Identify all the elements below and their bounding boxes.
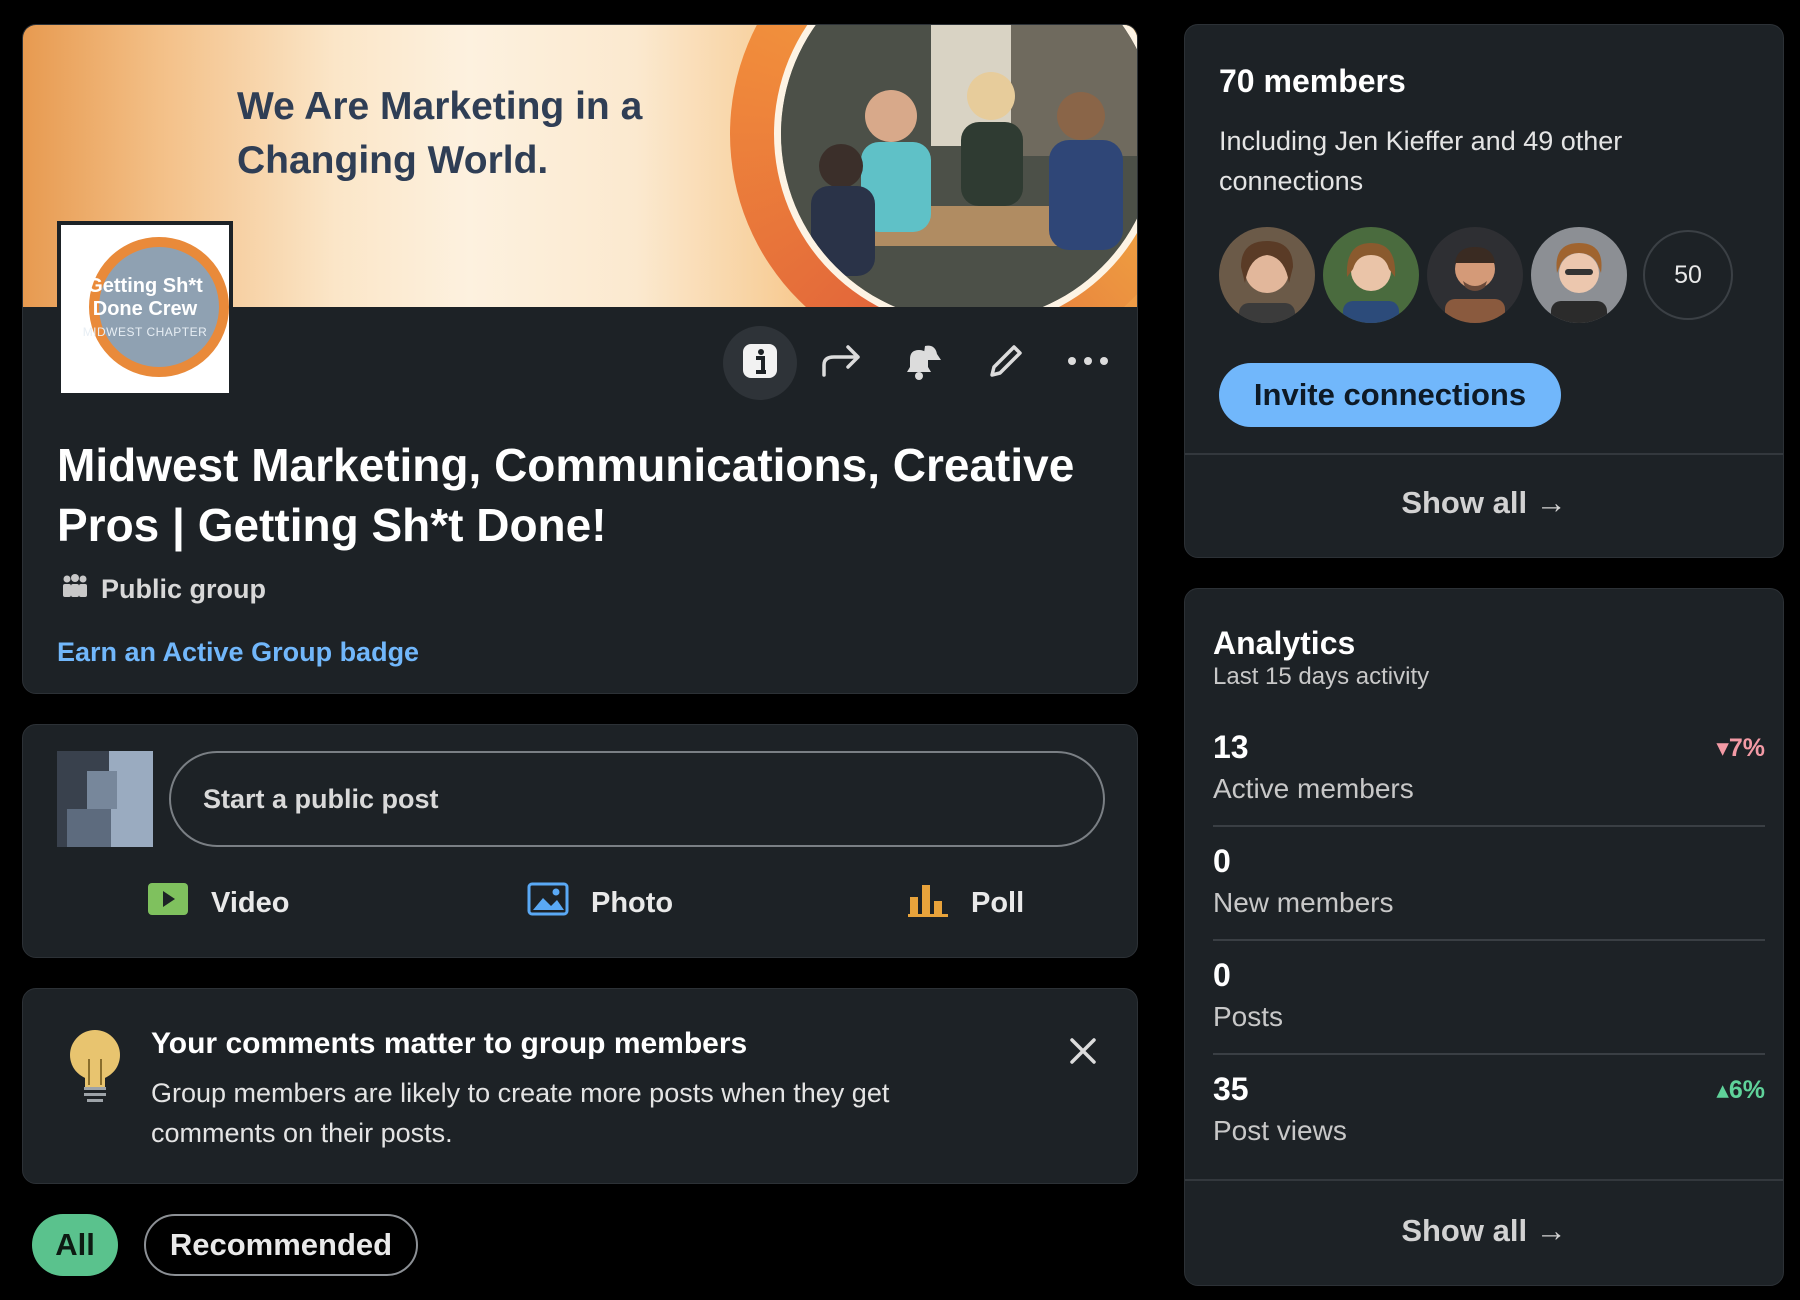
share-button[interactable] bbox=[805, 326, 879, 400]
member-connections-text: Including Jen Kieffer and 49 other conne… bbox=[1219, 126, 1623, 196]
divider bbox=[1185, 1179, 1783, 1181]
stat-posts[interactable]: 0 Posts bbox=[1213, 957, 1765, 1069]
more-members-count[interactable]: 50 bbox=[1643, 230, 1733, 320]
tip-title: Your comments matter to group members bbox=[151, 1027, 748, 1060]
avatar[interactable] bbox=[1323, 227, 1419, 323]
stat-post-views[interactable]: 35 Post views ▴6% bbox=[1213, 1071, 1765, 1183]
poll-icon bbox=[907, 881, 949, 925]
filter-all-pill[interactable]: All bbox=[32, 1214, 118, 1276]
dismiss-tip-button[interactable] bbox=[1059, 1029, 1107, 1077]
members-card: 70 members Including Jen Kieffer and 49 … bbox=[1184, 24, 1784, 558]
photo-icon bbox=[527, 882, 569, 924]
poll-button[interactable]: Poll bbox=[907, 875, 1024, 931]
info-icon bbox=[740, 341, 780, 386]
stat-new-members[interactable]: 0 New members bbox=[1213, 843, 1765, 955]
stat-active-members[interactable]: 13 Active members ▾7% bbox=[1213, 729, 1765, 841]
photo-button[interactable]: Photo bbox=[527, 875, 673, 931]
video-button[interactable]: Video bbox=[147, 875, 289, 931]
stat-value: 0 bbox=[1213, 843, 1231, 879]
stat-label: Posts bbox=[1213, 1001, 1284, 1032]
user-avatar[interactable] bbox=[57, 751, 153, 847]
analytics-show-all-link[interactable]: Show all → bbox=[1185, 1213, 1783, 1249]
post-composer-card: Start a public post Video Photo Poll bbox=[22, 724, 1138, 958]
members-show-all-link[interactable]: Show all → bbox=[1185, 485, 1783, 521]
avatar[interactable] bbox=[1531, 227, 1627, 323]
edit-pencil-icon bbox=[986, 341, 1026, 386]
analytics-title: Analytics bbox=[1213, 625, 1356, 661]
member-count: 70 members bbox=[1219, 63, 1406, 99]
group-type: Public group bbox=[61, 573, 266, 606]
divider bbox=[1213, 825, 1765, 827]
group-logo: Getting Sh*t Done Crew MIDWEST CHAPTER bbox=[57, 221, 233, 397]
divider bbox=[1213, 939, 1765, 941]
close-icon bbox=[1069, 1037, 1097, 1070]
start-post-input[interactable]: Start a public post bbox=[169, 751, 1105, 847]
group-toolbar bbox=[723, 325, 1125, 401]
group-type-label: Public group bbox=[101, 574, 266, 604]
filter-recommended-pill[interactable]: Recommended bbox=[144, 1214, 418, 1276]
divider bbox=[1185, 453, 1783, 455]
banner-title: We Are Marketing in a Changing World. bbox=[237, 85, 643, 182]
notification-bell-icon bbox=[901, 340, 947, 387]
divider bbox=[1213, 1053, 1765, 1055]
stat-delta-up: ▴6% bbox=[1716, 1076, 1765, 1104]
analytics-subtitle: Last 15 days activity bbox=[1213, 663, 1430, 690]
stat-delta-down: ▾7% bbox=[1716, 734, 1765, 762]
stat-label: Post views bbox=[1213, 1115, 1347, 1146]
notifications-button[interactable] bbox=[887, 326, 961, 400]
composer-actions: Video Photo Poll bbox=[23, 875, 1137, 931]
info-button[interactable] bbox=[723, 326, 797, 400]
comments-tip-card: Your comments matter to group members Gr… bbox=[22, 988, 1138, 1184]
group-header-card: We Are Marketing in a Changing World. Ge… bbox=[22, 24, 1138, 694]
banner-photo bbox=[781, 25, 1137, 307]
avatar[interactable] bbox=[1219, 227, 1315, 323]
video-icon bbox=[147, 882, 189, 924]
more-options-button[interactable] bbox=[1051, 326, 1125, 400]
analytics-card: Analytics Last 15 days activity 13 Activ… bbox=[1184, 588, 1784, 1286]
active-group-badge-link[interactable]: Earn an Active Group badge bbox=[57, 637, 419, 668]
stat-label: New members bbox=[1213, 887, 1394, 918]
stat-label: Active members bbox=[1213, 773, 1414, 804]
group-logo-subtitle: MIDWEST CHAPTER bbox=[82, 325, 208, 339]
avatar[interactable] bbox=[1427, 227, 1523, 323]
group-logo-title: Getting Sh*t Done Crew bbox=[87, 275, 203, 320]
stat-value: 35 bbox=[1213, 1071, 1249, 1107]
edit-button[interactable] bbox=[969, 326, 1043, 400]
more-options-icon bbox=[1066, 354, 1110, 372]
stat-value: 0 bbox=[1213, 957, 1231, 993]
tip-body: Group members are likely to create more … bbox=[151, 1078, 890, 1148]
lightbulb-icon bbox=[67, 1029, 123, 1114]
group-name: Midwest Marketing, Communications, Creat… bbox=[57, 439, 1075, 551]
invite-connections-button[interactable]: Invite connections bbox=[1219, 363, 1561, 427]
stat-value: 13 bbox=[1213, 729, 1249, 765]
member-avatars: 50 bbox=[1219, 227, 1733, 323]
share-icon bbox=[820, 341, 864, 386]
people-icon bbox=[61, 573, 89, 606]
